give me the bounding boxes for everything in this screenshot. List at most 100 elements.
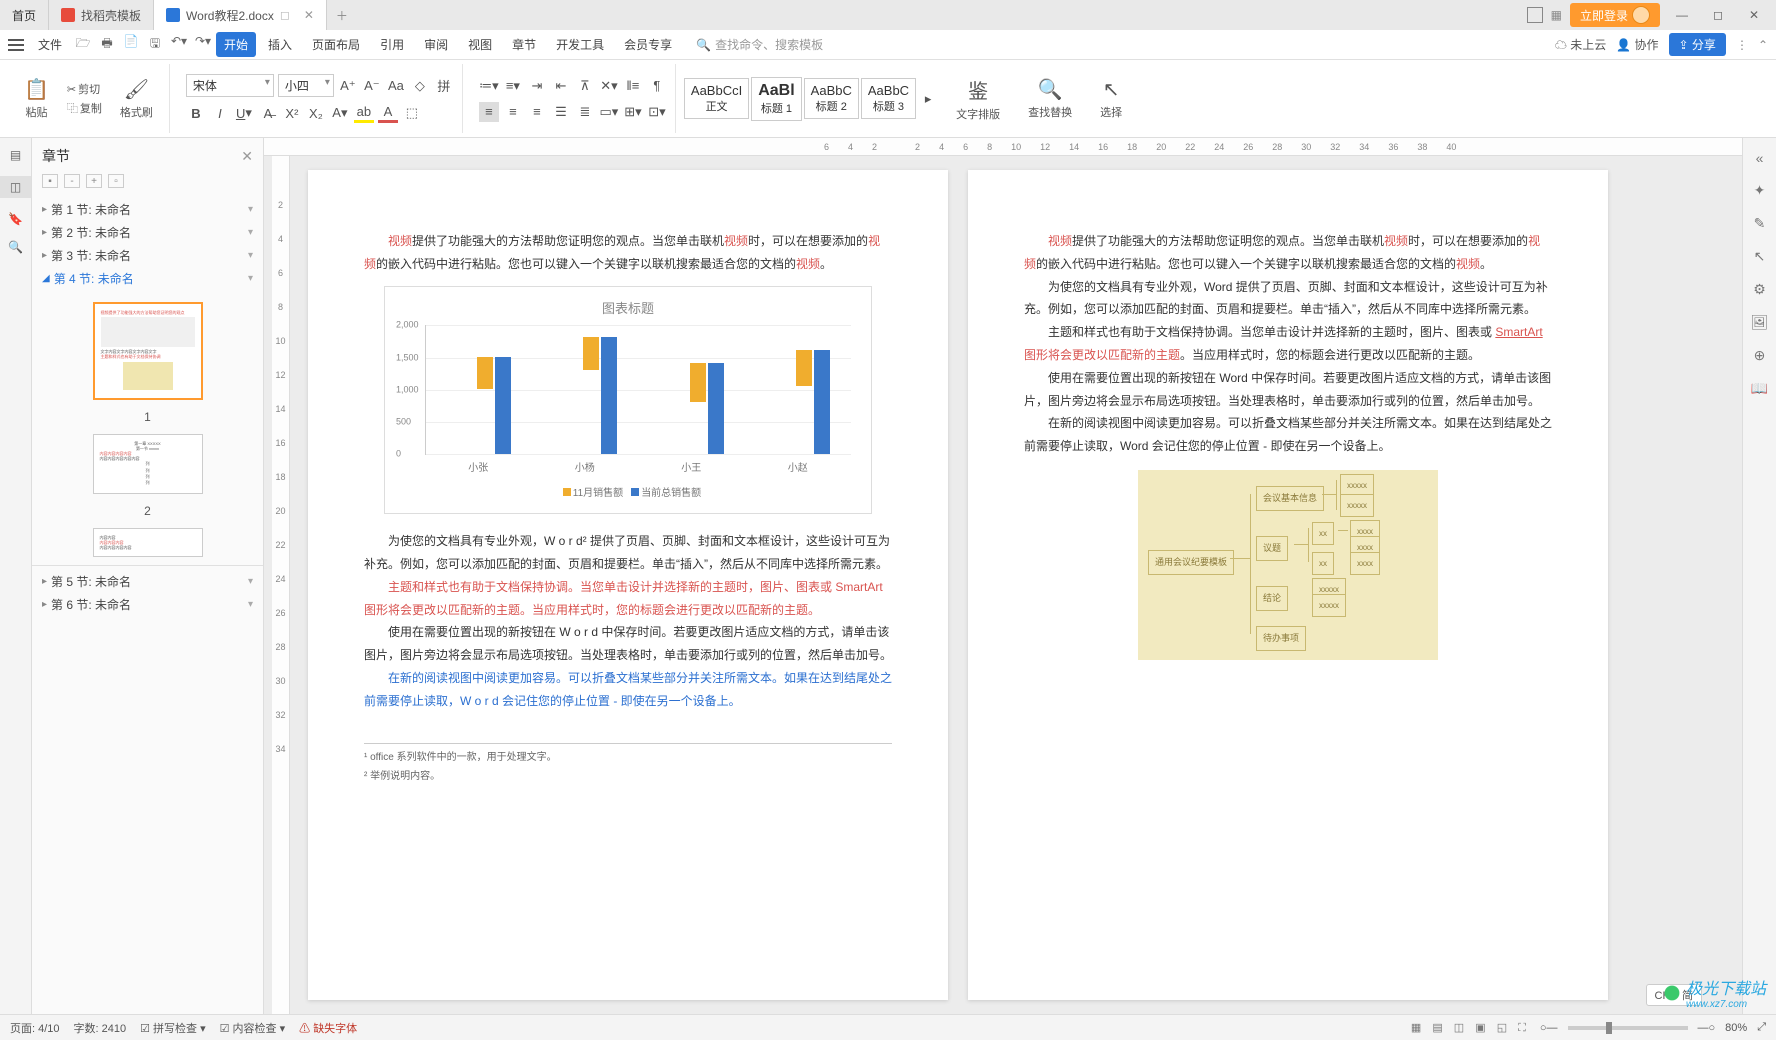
italic-icon[interactable]: I	[210, 103, 230, 123]
document-page-1[interactable]: 视频提供了功能强大的方法帮助您证明您的观点。当您单击联机视频时，可以在想要添加的…	[308, 170, 948, 1000]
show-marks-icon[interactable]: ¶	[647, 76, 667, 96]
sort-icon[interactable]: ✕▾	[599, 76, 619, 96]
nav-tool-3[interactable]: +	[86, 174, 102, 188]
bullets-icon[interactable]: ≔▾	[479, 76, 499, 96]
subscript-icon[interactable]: X₂	[306, 103, 326, 123]
indent-inc-icon[interactable]: ⇥	[527, 76, 547, 96]
zoom-fit-icon[interactable]: ⤢	[1757, 1021, 1766, 1034]
rail-shield-icon[interactable]: ⊕	[1754, 347, 1766, 364]
nav-tool-4[interactable]: ▫	[108, 174, 124, 188]
menu-review[interactable]: 审阅	[416, 32, 456, 57]
borders-icon[interactable]: ⊡▾	[647, 102, 667, 122]
vertical-ruler[interactable]: 246810121416182022242628303234	[272, 156, 290, 1014]
page-thumb-1[interactable]: 视频提供了功能强大的方法帮助您证明您的观点 文字内容文字内容文字内容文字 主题和…	[93, 302, 203, 400]
status-spellcheck[interactable]: ☑ 拼写检查 ▾	[140, 1020, 206, 1036]
rail-cursor-icon[interactable]: ↖	[1754, 248, 1766, 265]
tab-pin-icon[interactable]: ◻	[280, 8, 290, 22]
undo-icon[interactable]: ↶▾	[170, 34, 188, 55]
rail-read-icon[interactable]: 📖	[1751, 380, 1768, 397]
tab-templates[interactable]: 找稻壳模板	[49, 0, 154, 30]
layout-icon[interactable]	[1527, 7, 1543, 23]
menu-dev-tools[interactable]: 开发工具	[548, 32, 612, 57]
menu-member[interactable]: 会员专享	[616, 32, 680, 57]
tab-home[interactable]: 首页	[0, 0, 49, 30]
section-item-1[interactable]: ▸第 1 节: 未命名▾	[38, 198, 257, 221]
hamburger-icon[interactable]	[8, 39, 24, 51]
view-mode-icons[interactable]: ▦ ▤ ◫ ▣ ◱ ⛶	[1411, 1021, 1530, 1035]
save-icon[interactable]: 🖫	[146, 34, 164, 55]
more-menu-icon[interactable]: ⋮	[1736, 38, 1748, 52]
line-spacing-icon[interactable]: ‖≡	[623, 76, 643, 96]
menu-file[interactable]: 文件	[30, 32, 70, 57]
text-layout-button[interactable]: 鉴文字排版	[946, 75, 1010, 122]
tab-close-icon[interactable]: ✕	[304, 8, 314, 22]
align-left-icon[interactable]: ≡	[479, 102, 499, 122]
print-preview-icon[interactable]: 📄	[122, 34, 140, 55]
shrink-font-icon[interactable]: A⁻	[362, 76, 382, 96]
bold-icon[interactable]: B	[186, 103, 206, 123]
strikethrough-icon[interactable]: A̶	[258, 103, 278, 123]
command-search[interactable]: 🔍 查找命令、搜索模板	[696, 36, 823, 53]
nav-tool-1[interactable]: ▪	[42, 174, 58, 188]
maximize-button[interactable]: ◻	[1704, 8, 1732, 22]
zoom-slider[interactable]	[1568, 1026, 1688, 1030]
print-icon[interactable]: 🖶	[98, 34, 116, 55]
rail-edit-icon[interactable]: ✎	[1754, 215, 1766, 232]
styles-more-icon[interactable]: ▸	[918, 89, 938, 109]
status-missing-font[interactable]: ⚠ 缺失字体	[299, 1020, 357, 1036]
menu-sections[interactable]: 章节	[504, 32, 544, 57]
phonetic-icon[interactable]: 拼	[434, 76, 454, 96]
select-button[interactable]: ↖选择	[1090, 77, 1132, 120]
align-center-icon[interactable]: ≡	[503, 102, 523, 122]
style-heading3[interactable]: AaBbC标题 3	[861, 78, 916, 119]
superscript-icon[interactable]: X²	[282, 103, 302, 123]
change-case-icon[interactable]: Aa	[386, 76, 406, 96]
section-item-2[interactable]: ▸第 2 节: 未命名▾	[38, 221, 257, 244]
indent-dec-icon[interactable]: ⇤	[551, 76, 571, 96]
rail-collapse-icon[interactable]: «	[1756, 150, 1764, 166]
rail-bookmark-icon[interactable]: 🔖	[8, 212, 23, 226]
highlight-icon[interactable]: ab	[354, 103, 374, 123]
zoom-out-button[interactable]: ○—	[1540, 1022, 1558, 1034]
share-button[interactable]: ⇪ 分享	[1669, 33, 1726, 56]
rail-image-icon[interactable]: 🖼	[1751, 314, 1769, 331]
status-content-check[interactable]: ☑ 内容检查 ▾	[220, 1020, 286, 1036]
numbering-icon[interactable]: ≡▾	[503, 76, 523, 96]
menu-page-layout[interactable]: 页面布局	[304, 32, 368, 57]
tabs-icon[interactable]: ⊞▾	[623, 102, 643, 122]
font-size-select[interactable]: 小四	[278, 74, 334, 97]
rail-outline-icon[interactable]: ▤	[10, 148, 21, 162]
paste-button[interactable]: 📋粘贴	[14, 77, 59, 120]
embedded-chart[interactable]: 图表标题 05001,0001,5002,000 小张小杨小王小赵 11月销售额…	[384, 286, 872, 515]
tab-document[interactable]: Word教程2.docx ◻ ✕	[154, 0, 327, 30]
login-button[interactable]: 立即登录	[1570, 3, 1660, 27]
clear-format-icon[interactable]: ◇	[410, 76, 430, 96]
status-page[interactable]: 页面: 4/10	[10, 1020, 60, 1036]
collapse-ribbon-icon[interactable]: ⌃	[1758, 38, 1768, 52]
menu-insert[interactable]: 插入	[260, 32, 300, 57]
shading-icon[interactable]: ▭▾	[599, 102, 619, 122]
redo-icon[interactable]: ↷▾	[194, 34, 212, 55]
style-heading2[interactable]: AaBbC标题 2	[804, 78, 859, 119]
menu-start[interactable]: 开始	[216, 32, 256, 57]
cut-button[interactable]: ✂ 剪切	[67, 81, 102, 97]
rail-rocket-icon[interactable]: ✦	[1754, 182, 1766, 199]
zoom-value[interactable]: 80%	[1725, 1022, 1747, 1034]
close-button[interactable]: ✕	[1740, 8, 1768, 22]
cloud-status[interactable]: ☁ 未上云	[1555, 36, 1606, 53]
align-justify-icon[interactable]: ☰	[551, 102, 571, 122]
page-thumb-3[interactable]: 内容内容内容内容内容内容内容内容内容	[93, 528, 203, 558]
distribute-icon[interactable]: ≣	[575, 102, 595, 122]
page-thumb-2[interactable]: 第一章 XXXXX 第一节 xxxxx 内容内容内容内容 内容内容内容内容内容 …	[93, 434, 203, 494]
new-tab-button[interactable]: ＋	[327, 0, 357, 30]
section-item-5[interactable]: ▸第 5 节: 未命名▾	[38, 570, 257, 593]
tab-icon[interactable]: ⊼	[575, 76, 595, 96]
section-item-6[interactable]: ▸第 6 节: 未命名▾	[38, 593, 257, 616]
copy-button[interactable]: ⿻ 复制	[67, 100, 102, 116]
rail-sections-icon[interactable]: ◫	[0, 176, 31, 198]
nav-close-icon[interactable]: ✕	[241, 148, 253, 165]
menu-view[interactable]: 视图	[460, 32, 500, 57]
section-item-3[interactable]: ▸第 3 节: 未命名▾	[38, 244, 257, 267]
style-normal[interactable]: AaBbCcI正文	[684, 78, 749, 119]
menu-references[interactable]: 引用	[372, 32, 412, 57]
